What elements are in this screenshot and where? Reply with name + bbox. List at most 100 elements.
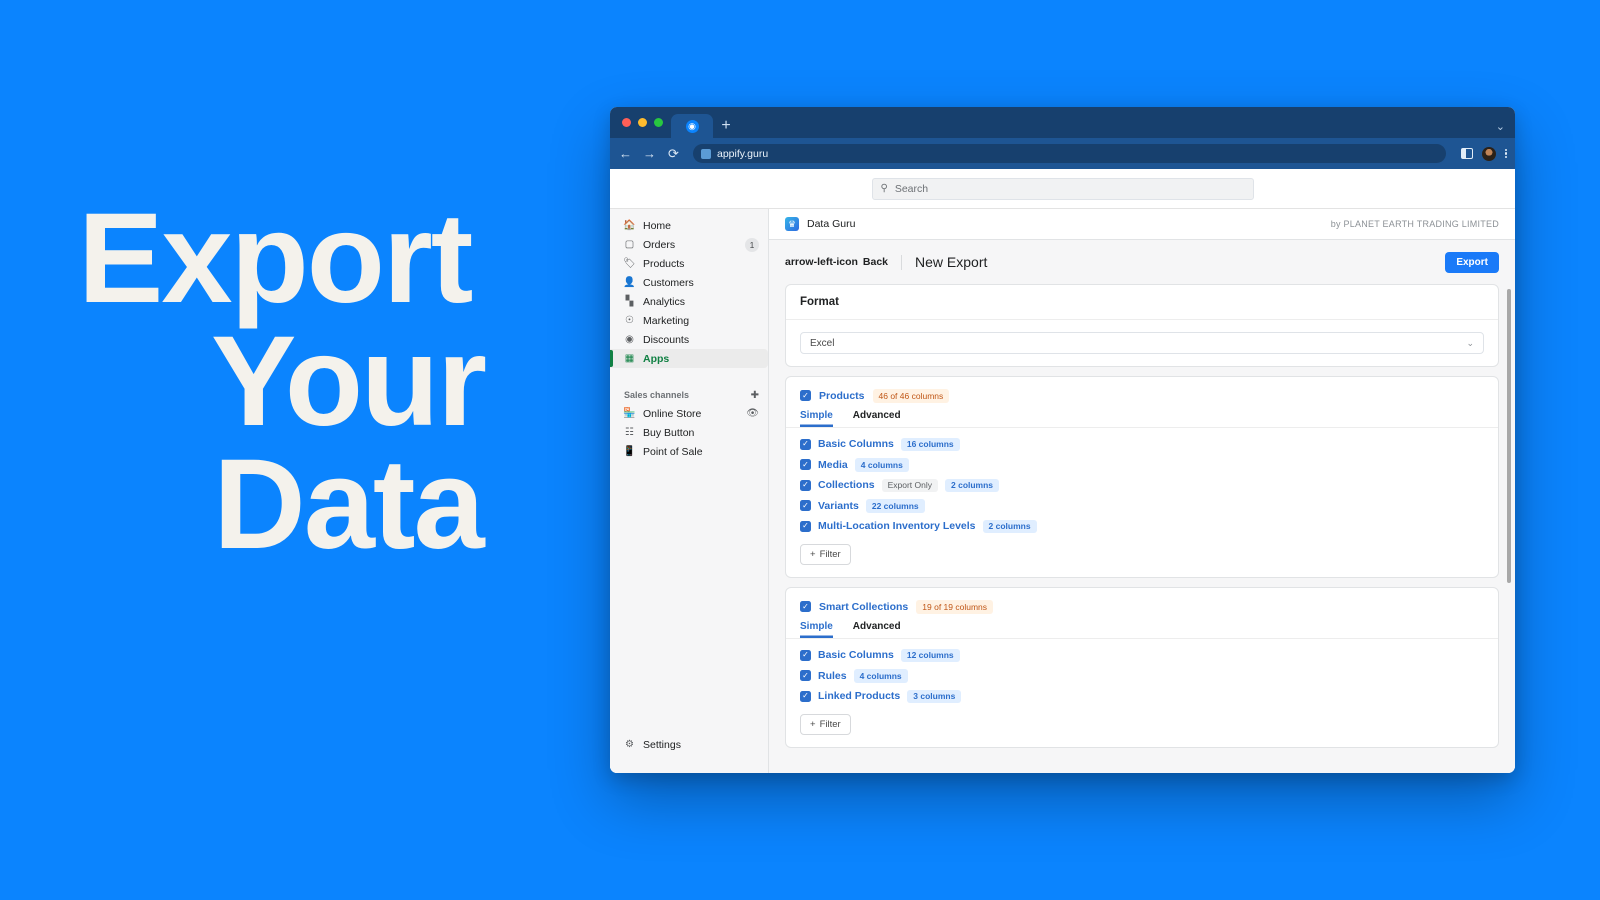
search-input[interactable]: ⚲ Search — [871, 177, 1254, 200]
sidebar-item-label: Settings — [643, 738, 681, 751]
column-group-checkbox[interactable]: ✓ — [800, 649, 811, 661]
close-window-button[interactable] — [622, 118, 631, 127]
column-group-label: Collections — [818, 479, 875, 492]
browser-window: ◉ + ⌄ ← → ⟳ appify.guru ⚲ Search 🏠 Home … — [610, 107, 1515, 773]
plus-icon: + — [810, 549, 816, 560]
app-developer-byline: by PLANET EARTH TRADING LIMITED — [1330, 219, 1499, 229]
tab-simple[interactable]: Simple — [800, 410, 833, 427]
address-bar-url: appify.guru — [717, 147, 769, 160]
sidebar-item-label: Online Store — [643, 407, 702, 420]
maximize-window-button[interactable] — [654, 118, 663, 127]
sidebar-item-products[interactable]: 🏷 Products — [610, 254, 768, 273]
apps-grid-icon: ▦ — [624, 353, 635, 364]
sidebar-item-discounts[interactable]: ◉ Discounts — [610, 330, 768, 349]
tab-advanced[interactable]: Advanced — [853, 410, 901, 427]
column-count-badge: 16 columns — [900, 437, 960, 451]
home-icon: 🏠 — [623, 220, 636, 231]
export-button[interactable]: Export — [1445, 251, 1499, 273]
column-count-badge: 4 columns — [854, 458, 909, 472]
resource-columns-summary: 19 of 19 columns — [916, 600, 994, 614]
kebab-menu-icon[interactable] — [1504, 148, 1507, 159]
sidebar-item-customers[interactable]: 👤 Customers — [610, 273, 768, 292]
resource-title: Products — [819, 389, 865, 402]
export-scroll-area[interactable]: Format Excel ⌄ ✓ Products 46 of 46 colum… — [769, 284, 1515, 773]
sidebar-item-orders[interactable]: ▢ Orders 1 — [610, 235, 768, 254]
resource-checkbox[interactable]: ✓ — [800, 601, 811, 613]
back-link[interactable]: arrow-left-icon Back — [785, 256, 888, 268]
admin-sidebar: 🏠 Home ▢ Orders 1 🏷 Products 👤 Customers… — [610, 209, 769, 773]
tab-advanced[interactable]: Advanced — [853, 621, 901, 638]
avatar-icon[interactable] — [1481, 146, 1496, 161]
sidebar-item-buy-button[interactable]: ☷ Buy Button — [610, 423, 768, 442]
data-guru-logo: ♛ — [785, 217, 799, 231]
resource-card-smart-collections: ✓ Smart Collections 19 of 19 columns Sim… — [785, 587, 1499, 748]
column-group-checkbox[interactable]: ✓ — [800, 500, 811, 512]
sidebar-item-analytics[interactable]: ▚ Analytics — [610, 292, 768, 311]
plus-circle-icon[interactable]: ✚ — [751, 390, 759, 401]
column-count-badge: 12 columns — [900, 648, 960, 662]
sidebar-item-settings[interactable]: ⚙ Settings — [610, 735, 768, 754]
app-name: Data Guru — [807, 218, 856, 230]
browser-tab[interactable]: ◉ — [671, 114, 713, 138]
point-of-sale-icon: 📱 — [623, 446, 636, 457]
column-group-checkbox[interactable]: ✓ — [800, 438, 811, 450]
format-select[interactable]: Excel ⌄ — [800, 332, 1484, 354]
column-count-badge: 3 columns — [907, 689, 962, 703]
gear-icon: ⚙ — [625, 739, 634, 750]
sidebar-item-apps[interactable]: ▦ Apps — [610, 349, 768, 368]
column-group-row: ✓ Rules 4 columns — [800, 669, 1484, 683]
add-filter-label: Filter — [819, 719, 841, 730]
arrow-left-icon: arrow-left-icon — [785, 256, 858, 268]
add-filter-button[interactable]: + Filter — [800, 714, 851, 735]
eye-icon[interactable]: 👁 — [746, 408, 759, 419]
header-divider — [901, 254, 903, 270]
column-group-label: Media — [818, 458, 848, 471]
column-count-badge: 2 columns — [982, 519, 1037, 533]
chevron-down-icon[interactable]: ⌄ — [1496, 122, 1505, 133]
sidebar-item-online-store[interactable]: 🏪 Online Store 👁 — [610, 404, 768, 423]
column-group-label: Basic Columns — [818, 649, 894, 662]
search-placeholder: Search — [894, 182, 929, 195]
sidebar-item-label: Buy Button — [643, 426, 695, 439]
column-group-row: ✓ Basic Columns 16 columns — [800, 437, 1484, 451]
column-count-badge: 22 columns — [865, 499, 925, 513]
main-content: ♛ Data Guru by PLANET EARTH TRADING LIMI… — [769, 209, 1515, 773]
column-group-label: Basic Columns — [818, 438, 894, 451]
tab-simple[interactable]: Simple — [800, 621, 833, 638]
resource-columns-summary: 46 of 46 columns — [872, 389, 950, 403]
window-traffic-lights — [620, 107, 671, 138]
orders-icon: ▢ — [624, 239, 635, 250]
promo-line-3: Data — [213, 432, 484, 576]
sidebar-item-label: Point of Sale — [643, 445, 703, 458]
sidebar-item-point-of-sale[interactable]: 📱 Point of Sale — [610, 442, 768, 461]
scrollbar-thumb[interactable] — [1507, 289, 1511, 583]
sidebar-footer: ⚙ Settings — [610, 735, 768, 773]
search-icon: ⚲ — [880, 182, 888, 194]
reload-button[interactable]: ⟳ — [666, 147, 681, 160]
sidebar-item-marketing[interactable]: ☉ Marketing — [610, 311, 768, 330]
address-bar[interactable]: appify.guru — [693, 144, 1446, 163]
marketing-icon: ☉ — [625, 315, 634, 326]
column-group-checkbox[interactable]: ✓ — [800, 459, 811, 471]
promo-headline: Export Your Data — [78, 195, 618, 576]
add-filter-button[interactable]: + Filter — [800, 544, 851, 565]
column-group-checkbox[interactable]: ✓ — [800, 479, 811, 491]
resource-rows: ✓ Basic Columns 16 columns ✓ Media 4 col… — [786, 428, 1498, 578]
sidebar-nav: 🏠 Home ▢ Orders 1 🏷 Products 👤 Customers… — [610, 216, 768, 368]
column-group-row: ✓ Multi-Location Inventory Levels 2 colu… — [800, 519, 1484, 533]
column-group-checkbox[interactable]: ✓ — [800, 520, 811, 532]
forward-button[interactable]: → — [642, 147, 657, 160]
column-group-checkbox[interactable]: ✓ — [800, 670, 811, 682]
column-group-checkbox[interactable]: ✓ — [800, 690, 811, 702]
sidebar-item-label: Orders — [643, 238, 676, 251]
back-button[interactable]: ← — [618, 147, 633, 160]
resource-card-products: ✓ Products 46 of 46 columns Simple Advan… — [785, 376, 1499, 578]
minimize-window-button[interactable] — [638, 118, 647, 127]
customers-icon: 👤 — [623, 277, 636, 288]
resource-checkbox[interactable]: ✓ — [800, 390, 811, 402]
resource-tabs: Simple Advanced — [786, 614, 1498, 639]
new-tab-button[interactable]: + — [713, 114, 739, 138]
sidebar-toggle-icon[interactable] — [1460, 148, 1473, 159]
sidebar-item-home[interactable]: 🏠 Home — [610, 216, 768, 235]
format-card: Format Excel ⌄ — [785, 284, 1499, 367]
